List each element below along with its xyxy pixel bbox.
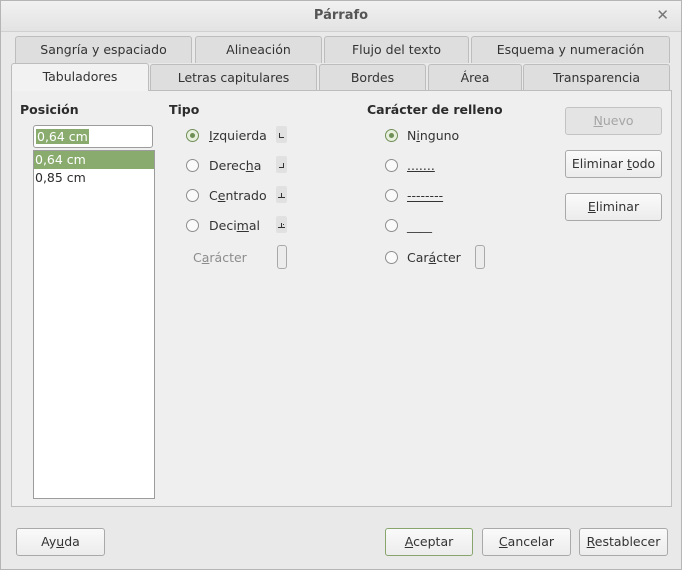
fill-none-radio[interactable] bbox=[385, 129, 398, 142]
tab-alignment[interactable]: Alineación bbox=[195, 36, 322, 63]
title-bar: Párrafo ✕ bbox=[1, 1, 681, 32]
list-item[interactable]: 0,85 cm bbox=[34, 169, 154, 187]
type-heading: Tipo bbox=[169, 102, 200, 117]
fill-dashes-radio[interactable] bbox=[385, 189, 398, 202]
cancel-button[interactable]: Cancelar bbox=[482, 528, 571, 556]
fill-character-field[interactable] bbox=[475, 245, 485, 269]
delete-button[interactable]: Eliminar bbox=[565, 193, 662, 221]
tab-right-icon bbox=[276, 156, 287, 173]
fill-heading: Carácter de relleno bbox=[367, 102, 503, 117]
tab-area[interactable]: Área bbox=[428, 64, 522, 91]
tab-text-flow[interactable]: Flujo del texto bbox=[324, 36, 469, 63]
fill-character-radio[interactable] bbox=[385, 251, 398, 264]
position-heading: Posición bbox=[20, 102, 79, 117]
tab-left-icon bbox=[276, 126, 287, 143]
type-decimal-radio[interactable] bbox=[186, 219, 199, 232]
dialog-title: Párrafo bbox=[313, 8, 369, 23]
fill-dots-radio[interactable] bbox=[385, 159, 398, 172]
tab-drop-caps[interactable]: Letras capitulares bbox=[150, 64, 317, 91]
close-icon[interactable]: ✕ bbox=[656, 6, 669, 24]
fill-underscore-radio[interactable] bbox=[385, 219, 398, 232]
tab-outline-numbering[interactable]: Esquema y numeración bbox=[471, 36, 670, 63]
list-item[interactable]: 0,64 cm bbox=[34, 151, 154, 169]
type-decimal-label: Decimal bbox=[209, 218, 260, 233]
fill-none-label: Ninguno bbox=[407, 128, 460, 143]
help-button[interactable]: Ayuda bbox=[16, 528, 105, 556]
position-input[interactable]: 0,64 cm bbox=[33, 125, 153, 148]
type-left-label: Izquierda bbox=[209, 128, 267, 143]
ok-button[interactable]: Aceptar bbox=[385, 528, 473, 556]
tab-borders[interactable]: Bordes bbox=[319, 64, 426, 91]
reset-button[interactable]: Restablecer bbox=[579, 528, 668, 556]
type-character-label: Carácter bbox=[193, 250, 247, 265]
type-right-label: Derecha bbox=[209, 158, 262, 173]
fill-dashes-label: -------- bbox=[407, 188, 444, 203]
position-input-value: 0,64 cm bbox=[36, 129, 89, 144]
position-list[interactable]: 0,64 cm 0,85 cm bbox=[33, 150, 155, 499]
type-character-field[interactable] bbox=[277, 245, 287, 269]
tab-tabs[interactable]: Tabuladores bbox=[11, 63, 149, 91]
delete-all-button[interactable]: Eliminar todo bbox=[565, 150, 662, 178]
paragraph-dialog: Párrafo ✕ Sangría y espaciado Alineación… bbox=[0, 0, 682, 570]
fill-dots-label: ....... bbox=[407, 158, 435, 173]
type-center-radio[interactable] bbox=[186, 189, 199, 202]
tab-center-icon bbox=[276, 186, 287, 203]
fill-character-label: Carácter bbox=[407, 250, 461, 265]
tab-transparency[interactable]: Transparencia bbox=[523, 64, 670, 91]
new-button[interactable]: Nuevo bbox=[565, 107, 662, 135]
type-right-radio[interactable] bbox=[186, 159, 199, 172]
tab-indents-spacing[interactable]: Sangría y espaciado bbox=[15, 36, 192, 63]
fill-underscore-label: ____ bbox=[407, 218, 432, 233]
type-center-label: Centrado bbox=[209, 188, 267, 203]
tab-decimal-icon bbox=[276, 216, 287, 233]
type-left-radio[interactable] bbox=[186, 129, 199, 142]
